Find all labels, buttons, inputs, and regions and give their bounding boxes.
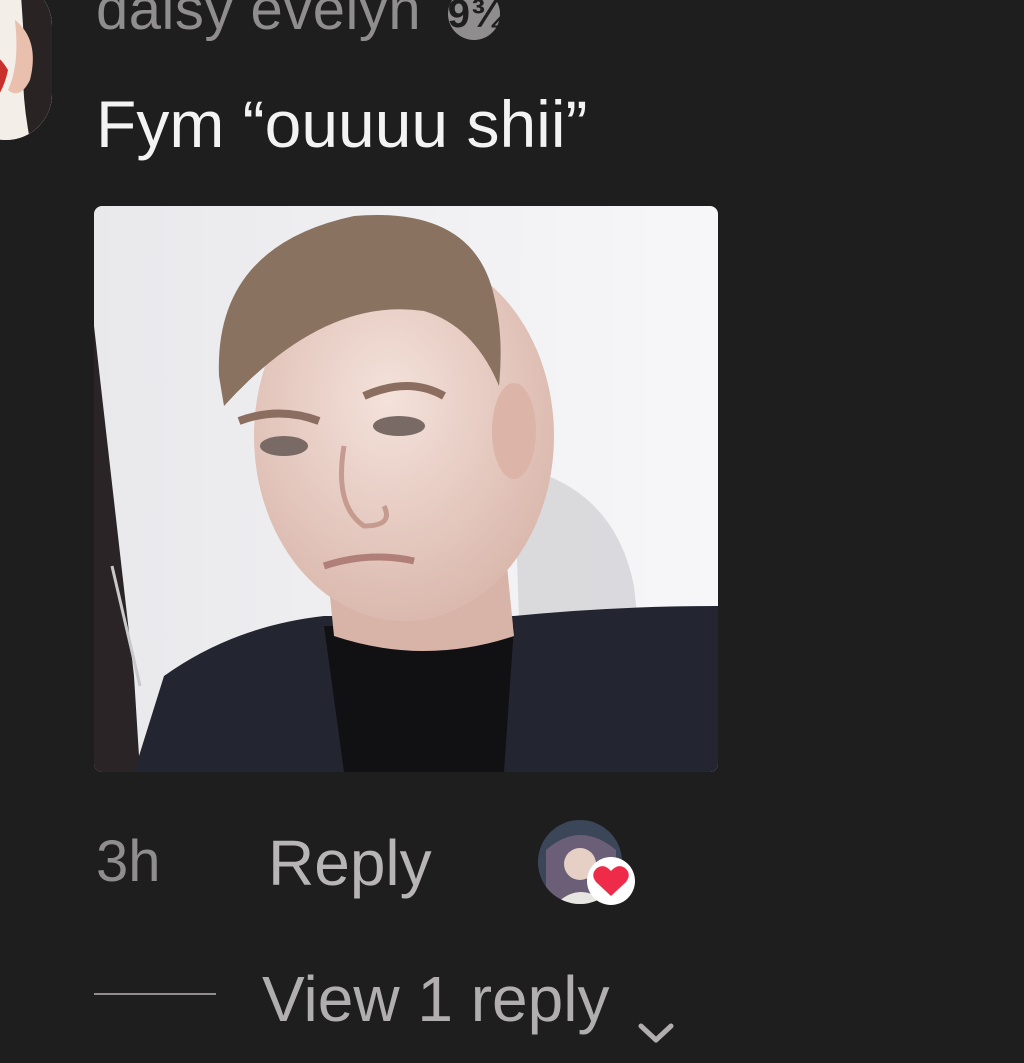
username-badge: 9¾ [447, 0, 504, 40]
heart-icon [586, 856, 636, 906]
comment-username[interactable]: daisy evelyn 9¾ [96, 0, 504, 43]
reply-button[interactable]: Reply [268, 826, 432, 900]
view-replies-button[interactable]: View 1 reply [262, 962, 677, 1043]
comment-photo[interactable] [94, 206, 718, 772]
commenter-avatar[interactable] [0, 0, 52, 140]
view-replies-label[interactable]: View 1 reply [262, 963, 609, 1035]
chevron-down-icon[interactable] [635, 989, 677, 1043]
comment-text: Fym “ouuuu shii” [96, 87, 588, 161]
replies-divider [94, 993, 216, 995]
username-text[interactable]: daisy evelyn [96, 0, 421, 42]
comment-timestamp: 3h [96, 829, 161, 894]
